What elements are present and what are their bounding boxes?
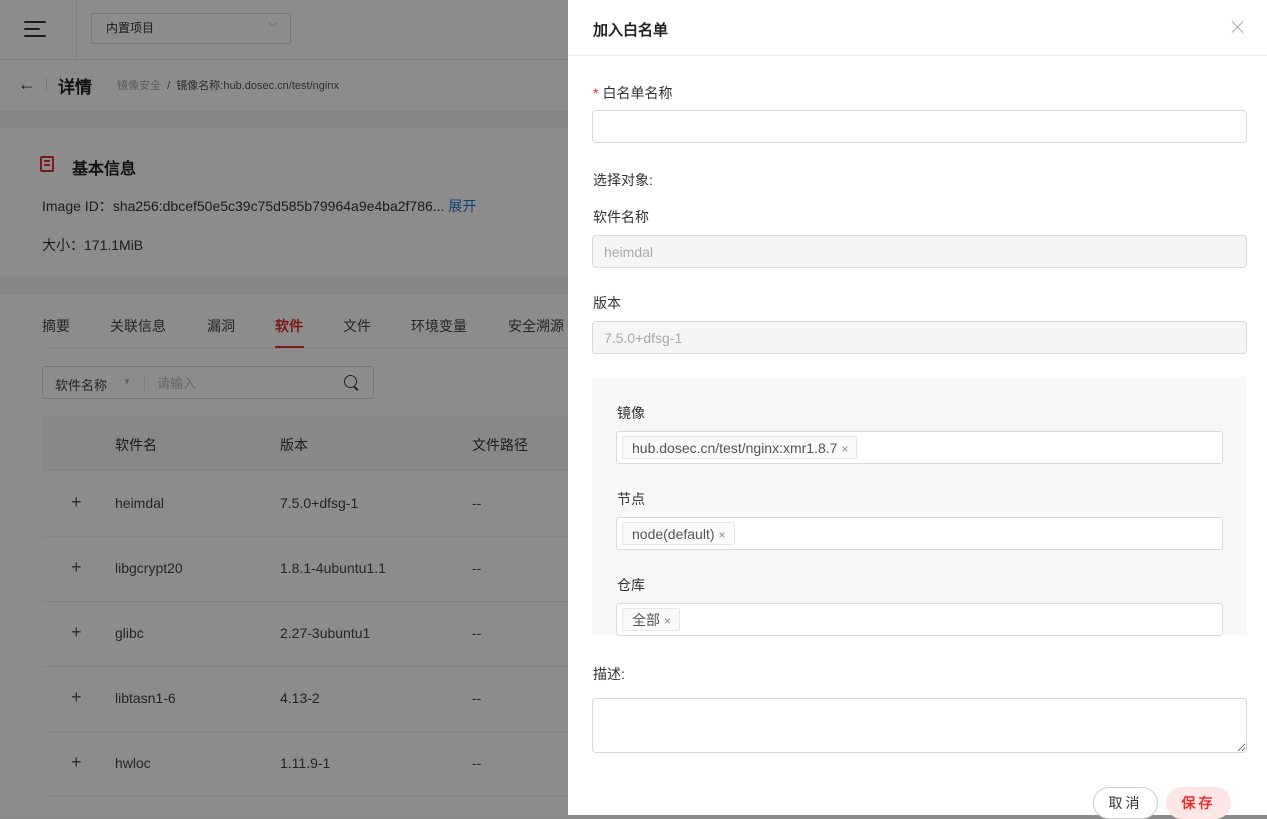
software-name-field <box>592 235 1247 268</box>
image-label: 镜像 <box>617 405 645 421</box>
whitelist-name-label: * 白名单名称 <box>593 83 672 103</box>
image-tag-text: hub.dosec.cn/test/nginx:xmr1.8.7 <box>632 440 838 456</box>
description-textarea[interactable] <box>592 698 1247 753</box>
scope-panel: 镜像 hub.dosec.cn/test/nginx:xmr1.8.7 × 节点 … <box>592 377 1247 636</box>
node-tag: node(default) × <box>622 522 735 545</box>
drawer-header: 加入白名单 <box>568 0 1267 56</box>
image-tag: hub.dosec.cn/test/nginx:xmr1.8.7 × <box>622 436 858 459</box>
version-label: 版本 <box>593 295 621 311</box>
drawer-title: 加入白名单 <box>593 22 669 39</box>
whitelist-name-label-text: 白名单名称 <box>602 85 673 101</box>
required-mark: * <box>593 85 599 101</box>
repo-tag-text: 全部 <box>632 612 660 628</box>
cancel-button[interactable]: 取消 <box>1093 787 1158 819</box>
repo-tag: 全部 × <box>622 608 681 631</box>
remove-tag-icon[interactable]: × <box>664 614 671 628</box>
software-name-label: 软件名称 <box>593 209 649 225</box>
whitelist-name-input[interactable] <box>592 110 1247 143</box>
image-select[interactable]: hub.dosec.cn/test/nginx:xmr1.8.7 × <box>616 431 1223 464</box>
repo-label: 仓库 <box>617 577 645 593</box>
remove-tag-icon[interactable]: × <box>719 528 726 542</box>
remove-tag-icon[interactable]: × <box>841 442 848 456</box>
node-tag-text: node(default) <box>632 526 715 542</box>
close-icon[interactable] <box>1231 20 1245 34</box>
save-button[interactable]: 保存 <box>1166 787 1231 819</box>
whitelist-drawer: 加入白名单 *白名单名称 选择对象: 软件名称 版本 镜像 hub.dosec.… <box>568 0 1267 819</box>
repo-select[interactable]: 全部 × <box>616 603 1223 636</box>
select-target-label: 选择对象: <box>593 172 653 188</box>
node-label: 节点 <box>617 491 645 507</box>
version-field <box>592 321 1247 354</box>
node-select[interactable]: node(default) × <box>616 517 1223 550</box>
description-label: 描述: <box>593 666 625 682</box>
